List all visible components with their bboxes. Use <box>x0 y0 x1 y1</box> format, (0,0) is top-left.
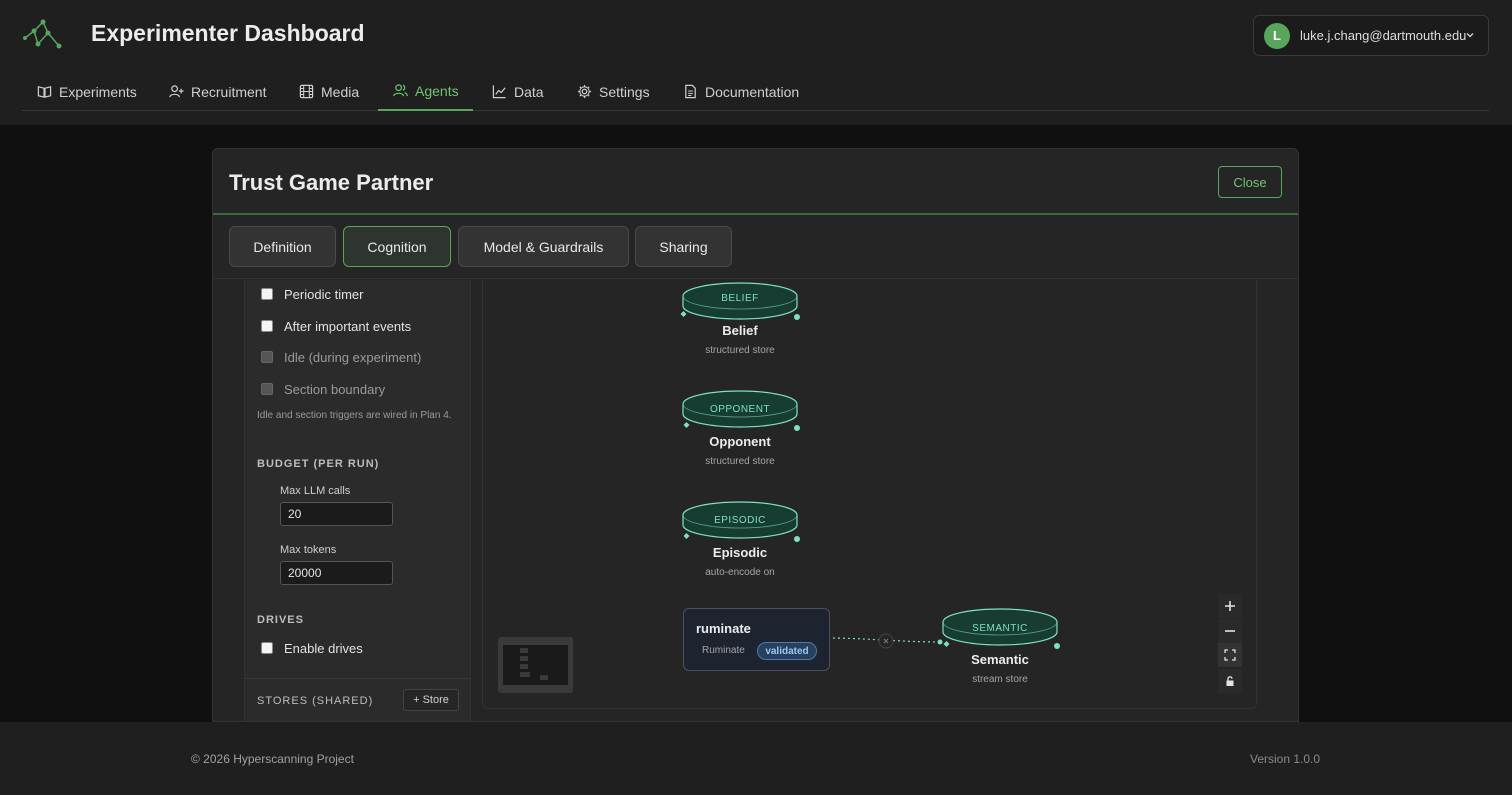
max-llm-calls-label: Max LLM calls <box>280 485 351 497</box>
nav-item-recruitment[interactable]: Recruitment <box>169 72 266 111</box>
tab-cognition[interactable]: Cognition <box>343 226 451 267</box>
fit-view-button[interactable] <box>1218 643 1242 667</box>
ruminate-task-node[interactable]: ruminate Ruminate validated <box>683 608 830 671</box>
close-button[interactable]: Close <box>1218 166 1282 198</box>
nav-item-data[interactable]: Data <box>492 72 544 111</box>
episodic-node-title: Episodic <box>712 545 768 560</box>
modal-header: Trust Game Partner Close <box>213 149 1298 215</box>
document-icon <box>685 84 696 99</box>
checkbox[interactable] <box>261 642 273 654</box>
lock-icon <box>1226 676 1234 686</box>
trigger-idle: Idle (during experiment) <box>261 347 421 367</box>
nav-item-media[interactable]: Media <box>299 72 359 111</box>
plus-icon <box>1225 601 1235 611</box>
app-header: Experimenter Dashboard L luke.j.chang@da… <box>0 0 1512 125</box>
user-menu[interactable]: L luke.j.chang@dartmouth.edu <box>1253 15 1489 56</box>
checkbox-label: Periodic timer <box>284 286 364 302</box>
copyright-text: © 2026 Hyperscanning Project <box>191 752 354 766</box>
enable-drives-toggle[interactable]: Enable drives <box>261 638 363 658</box>
book-icon <box>37 86 52 98</box>
belief-node-label: BELIEF <box>721 293 759 304</box>
max-tokens-label: Max tokens <box>280 544 337 556</box>
add-store-button[interactable]: + Store <box>403 689 459 711</box>
chevron-down-icon <box>1466 33 1474 38</box>
zoom-out-button[interactable] <box>1218 619 1242 643</box>
cognition-settings-panel: Periodic timer After important events Id… <box>244 280 471 721</box>
zoom-in-button[interactable] <box>1218 594 1242 618</box>
trigger-periodic-timer[interactable]: Periodic timer <box>261 284 363 304</box>
trigger-hint: Idle and section triggers are wired in P… <box>257 410 452 421</box>
checkbox <box>261 383 273 395</box>
nav-label: Media <box>321 83 360 100</box>
lock-button[interactable] <box>1218 669 1242 693</box>
nav-label: Documentation <box>705 83 800 100</box>
graph-minimap[interactable] <box>498 637 573 693</box>
semantic-node-label: SEMANTIC <box>972 623 1028 634</box>
graph-edges <box>680 282 1060 649</box>
cognition-graph-canvas[interactable]: BELIEF Belief structured store OPPONENT … <box>482 280 1257 709</box>
nav-label: Data <box>514 83 544 100</box>
user-plus-icon <box>169 85 184 98</box>
checkbox-label: Section boundary <box>284 381 386 397</box>
avatar: L <box>1264 22 1290 49</box>
network-logo-icon <box>23 19 62 49</box>
budget-heading: BUDGET (PER RUN) <box>257 458 380 470</box>
main-nav: Experiments Recruitment Media Agents Dat… <box>22 72 1489 111</box>
drives-heading: DRIVES <box>257 614 304 626</box>
nav-label: Settings <box>599 83 650 100</box>
gear-icon <box>577 84 592 99</box>
episodic-node-sub: auto-encode on <box>705 567 775 578</box>
modal-title: Trust Game Partner <box>229 170 434 195</box>
tab-sharing[interactable]: Sharing <box>635 226 732 267</box>
task-sub: Ruminate <box>702 645 745 656</box>
nav-item-experiments[interactable]: Experiments <box>37 72 137 111</box>
agent-editor-modal: Trust Game Partner Close Definition Cogn… <box>212 148 1299 722</box>
checkbox-label: Idle (during experiment) <box>284 349 422 365</box>
nav-label: Agents <box>415 82 459 99</box>
modal-tabs: Definition Cognition Model & Guardrails … <box>213 217 1298 279</box>
minus-icon <box>1225 630 1235 632</box>
app-title: Experimenter Dashboard <box>91 20 365 46</box>
tab-definition[interactable]: Definition <box>229 226 336 267</box>
checkbox[interactable] <box>261 320 273 332</box>
fullscreen-icon <box>1224 649 1236 661</box>
max-llm-calls-input[interactable] <box>280 502 393 526</box>
opponent-node-label: OPPONENT <box>709 404 771 415</box>
nav-label: Experiments <box>59 83 137 100</box>
chart-icon <box>492 85 506 99</box>
checkbox-label: After important events <box>284 318 412 334</box>
task-title: ruminate <box>696 621 751 636</box>
checkbox-label: Enable drives <box>284 640 363 656</box>
opponent-node-title: Opponent <box>709 434 771 449</box>
nav-item-settings[interactable]: Settings <box>577 72 650 111</box>
nav-item-agents[interactable]: Agents <box>378 72 473 111</box>
film-icon <box>299 84 314 99</box>
app-footer: © 2026 Hyperscanning Project Version 1.0… <box>0 722 1512 795</box>
semantic-node-title: Semantic <box>971 652 1029 667</box>
stores-section: STORES (SHARED) + Store <box>245 678 470 721</box>
nav-label: Recruitment <box>191 83 267 100</box>
nav-item-documentation[interactable]: Documentation <box>683 72 799 111</box>
opponent-node-sub: structured store <box>705 456 775 467</box>
stores-heading: STORES (SHARED) <box>257 695 374 707</box>
max-tokens-input[interactable] <box>280 561 393 585</box>
status-badge: validated <box>757 642 817 660</box>
semantic-node-sub: stream store <box>972 674 1028 685</box>
checkbox <box>261 351 273 363</box>
trigger-section-boundary: Section boundary <box>261 379 385 399</box>
tab-model-guardrails[interactable]: Model & Guardrails <box>458 226 629 267</box>
user-email: luke.j.chang@dartmouth.edu <box>1300 28 1467 43</box>
episodic-node-label: EPISODIC <box>714 515 766 526</box>
version-text: Version 1.0.0 <box>1250 752 1321 766</box>
belief-node-sub: structured store <box>705 345 775 356</box>
belief-node-title: Belief <box>722 323 758 338</box>
users-icon <box>393 84 408 97</box>
checkbox[interactable] <box>261 288 273 300</box>
trigger-after-important-events[interactable]: After important events <box>261 316 411 336</box>
